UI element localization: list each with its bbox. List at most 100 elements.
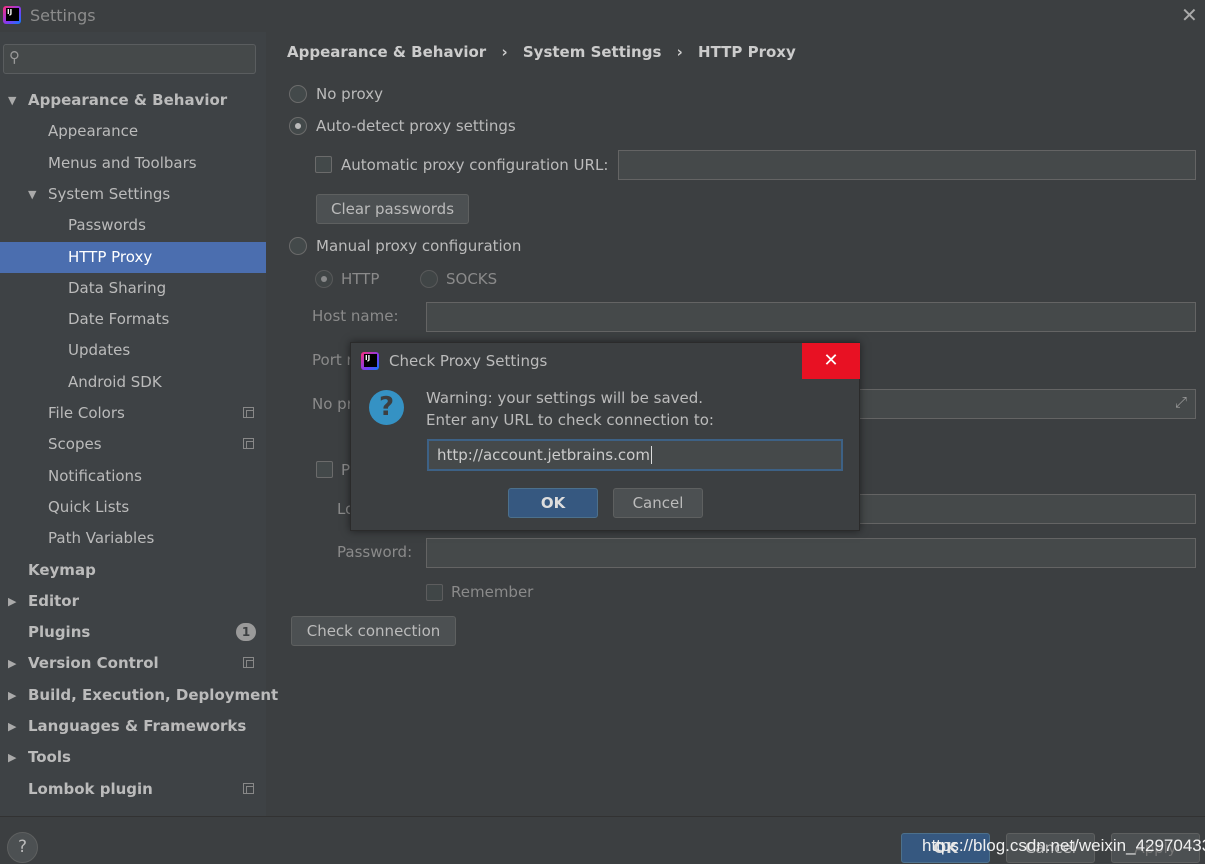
search-input[interactable]: ⚲	[3, 44, 256, 74]
project-level-icon	[243, 407, 254, 418]
remember-checkbox[interactable]	[426, 584, 443, 601]
check-connection-button[interactable]: Check connection	[291, 616, 456, 646]
sidebar-item-label: Path Variables	[48, 529, 155, 548]
footer-bar: ? OK Cancel Apply https://blog.csdn.net/…	[0, 816, 1205, 864]
warning-text: Warning: your settings will be saved.	[426, 389, 704, 407]
sidebar-item-label: Appearance	[48, 122, 139, 141]
socks-label: SOCKS	[446, 270, 498, 288]
question-icon: ?	[369, 390, 404, 425]
sidebar-item-label: Editor	[28, 591, 79, 610]
sidebar-item-label: Keymap	[28, 560, 96, 579]
sidebar-item-quick-lists[interactable]: Quick Lists	[0, 492, 266, 523]
auto-url-label: Automatic proxy configuration URL:	[341, 156, 609, 174]
sidebar-item-label: Date Formats	[68, 310, 170, 329]
password-input[interactable]	[426, 538, 1196, 568]
http-label: HTTP	[341, 270, 380, 288]
chevron-down-icon[interactable]: ▼	[28, 179, 36, 210]
sidebar-item-path-variables[interactable]: Path Variables	[0, 523, 266, 554]
dialog-title: Check Proxy Settings	[389, 352, 548, 370]
socks-radio[interactable]	[420, 270, 438, 288]
sidebar-item-label: Notifications	[48, 466, 142, 485]
url-input[interactable]: http://account.jetbrains.com	[427, 439, 843, 471]
breadcrumb-item[interactable]: System Settings	[523, 43, 662, 61]
sidebar-item-updates[interactable]: Updates	[0, 335, 266, 366]
sidebar-item-label: Quick Lists	[48, 497, 130, 516]
project-level-icon	[243, 782, 254, 794]
sidebar-item-file-colors[interactable]: File Colors	[0, 398, 266, 429]
breadcrumb-separator-icon: ›	[501, 43, 508, 61]
sidebar-item-label: Updates	[68, 341, 131, 360]
auto-detect-radio[interactable]	[289, 117, 307, 135]
sidebar-item-label: Scopes	[48, 435, 102, 454]
manual-proxy-radio[interactable]	[289, 237, 307, 255]
sidebar-item-label: Languages & Frameworks	[28, 717, 247, 735]
http-radio[interactable]	[315, 270, 333, 288]
sidebar-item-version-control[interactable]: ▶ Version Control	[0, 648, 266, 679]
sidebar-item-label: System Settings	[48, 184, 171, 203]
chevron-right-icon[interactable]: ▶	[8, 742, 16, 773]
breadcrumb-item[interactable]: Appearance & Behavior	[287, 43, 486, 61]
sidebar-item-label: Build, Execution, Deployment	[28, 685, 279, 704]
sidebar-item-notifications[interactable]: Notifications	[0, 461, 266, 492]
sidebar-item-scopes[interactable]: Scopes	[0, 429, 266, 460]
sidebar-item-label: Data Sharing	[68, 278, 167, 297]
dialog-close-button[interactable]: ✕	[802, 343, 860, 379]
sidebar-item-label: Lombok plugin	[28, 779, 153, 798]
sidebar-item-appearance[interactable]: Appearance	[0, 116, 266, 147]
intellij-logo-icon	[3, 6, 21, 24]
proxy-auth-checkbox[interactable]	[316, 461, 333, 478]
intellij-logo-icon	[361, 352, 379, 370]
sidebar-item-build-execution-deployment[interactable]: ▶ Build, Execution, Deployment	[0, 680, 278, 711]
sidebar-item-android-sdk[interactable]: Android SDK	[0, 367, 266, 398]
sidebar-item-plugins[interactable]: Plugins 1	[0, 617, 266, 648]
help-button[interactable]: ?	[7, 832, 38, 863]
sidebar-item-system-settings[interactable]: ▼ System Settings	[0, 179, 266, 210]
no-proxy-radio[interactable]	[289, 85, 307, 103]
sidebar-item-languages-frameworks[interactable]: ▶ Languages & Frameworks	[0, 711, 266, 742]
auto-url-checkbox[interactable]	[315, 156, 332, 173]
breadcrumb-separator-icon: ›	[676, 43, 683, 61]
sidebar: ⚲ ▼ Appearance & Behavior Appearance Menus …	[0, 32, 278, 816]
password-label: Password:	[337, 543, 413, 561]
chevron-right-icon[interactable]: ▶	[8, 711, 16, 742]
dialog-ok-button[interactable]: OK	[508, 488, 598, 518]
sidebar-item-tools[interactable]: ▶ Tools	[0, 742, 266, 773]
sidebar-item-label: Version Control	[28, 654, 159, 673]
sidebar-item-menus-and-toolbars[interactable]: Menus and Toolbars	[0, 148, 266, 179]
chevron-right-icon[interactable]: ▶	[8, 680, 16, 711]
chevron-down-icon[interactable]: ▼	[8, 85, 16, 116]
search-icon: ⚲	[9, 48, 20, 66]
sidebar-item-label: Tools	[28, 748, 71, 767]
sidebar-item-appearance-behavior[interactable]: ▼ Appearance & Behavior	[0, 85, 266, 116]
proxy-auth-label: P	[341, 461, 351, 479]
manual-proxy-label: Manual proxy configuration	[316, 237, 522, 255]
sidebar-item-keymap[interactable]: Keymap	[0, 555, 266, 586]
instruction-text: Enter any URL to check connection to:	[426, 411, 714, 429]
close-icon: ✕	[823, 350, 839, 371]
sidebar-item-date-formats[interactable]: Date Formats	[0, 304, 266, 335]
url-input-value: http://account.jetbrains.com	[437, 446, 650, 464]
remember-label: Remember	[451, 583, 534, 601]
sidebar-item-label: Menus and Toolbars	[48, 153, 197, 172]
updates-badge: 1	[236, 623, 256, 642]
chevron-right-icon[interactable]: ▶	[8, 586, 16, 617]
breadcrumb-item: HTTP Proxy	[698, 43, 796, 61]
text-cursor	[650, 446, 652, 464]
auto-url-input[interactable]	[618, 150, 1196, 180]
sidebar-item-data-sharing[interactable]: Data Sharing	[0, 273, 266, 304]
sidebar-item-http-proxy[interactable]: HTTP Proxy	[0, 241, 266, 273]
dialog-cancel-button[interactable]: Cancel	[613, 488, 703, 518]
no-proxy-label: No proxy	[316, 85, 383, 103]
sidebar-item-lombok-plugin[interactable]: Lombok plugin	[0, 774, 266, 805]
chevron-right-icon[interactable]: ▶	[8, 648, 16, 679]
no-proxy-for-label: No pr	[312, 395, 353, 413]
clear-passwords-button[interactable]: Clear passwords	[316, 194, 469, 224]
close-icon[interactable]: ✕	[1181, 3, 1198, 27]
sidebar-item-label: Appearance & Behavior	[28, 91, 228, 109]
sidebar-item-passwords[interactable]: Passwords	[0, 210, 266, 241]
host-name-input[interactable]	[426, 302, 1196, 332]
project-level-icon	[243, 657, 254, 669]
expand-icon[interactable]: ⤢	[1175, 393, 1187, 411]
sidebar-item-editor[interactable]: ▶ Editor	[0, 586, 266, 617]
project-level-icon	[243, 438, 254, 450]
